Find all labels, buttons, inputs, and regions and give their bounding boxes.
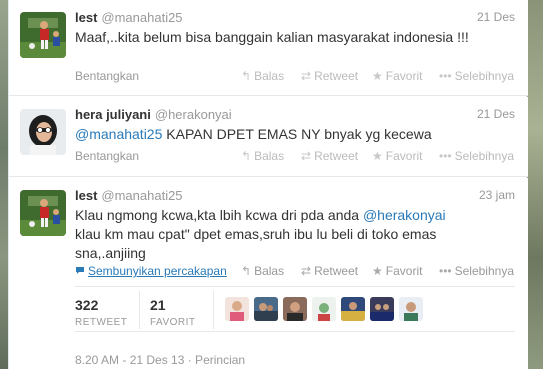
tweet-header: hera juliyani @herakonyai 21 Des [75, 107, 515, 123]
favorite-label: Favorit [385, 264, 423, 278]
author-name[interactable]: lest [75, 188, 97, 203]
reply-button[interactable]: ↰ Balas [241, 69, 284, 83]
author-name[interactable]: lest [75, 10, 97, 25]
tweet-timestamp[interactable]: 21 Des [477, 107, 515, 121]
reply-label: Balas [254, 149, 285, 163]
more-dots-icon: ••• [439, 149, 452, 163]
tweet-actions: Sembunyikan percakapan ↰ Balas ⇄ Retweet ★… [75, 264, 522, 280]
tweet-timestamp[interactable]: 21 Des [477, 10, 515, 24]
expand-link[interactable]: Bentangkan [75, 149, 139, 163]
retweet-button[interactable]: ⇄ Retweet [301, 69, 358, 83]
stats-divider [139, 291, 140, 329]
background-right [527, 0, 543, 369]
reply-label: Balas [254, 69, 285, 83]
tweet-header: lest @manahati25 23 jam [75, 188, 515, 204]
hide-conversation-link[interactable]: Sembunyikan percakapan [75, 264, 227, 278]
more-dots-icon: ••• [439, 264, 452, 278]
tweet-meta[interactable]: 8.20 AM - 21 Des 13 · Perincian [75, 353, 245, 367]
favorite-label: Favorit [385, 69, 423, 83]
favoriter-avatar[interactable] [254, 297, 278, 321]
retweet-stat-label: RETWEET [75, 317, 128, 328]
reply-label: Balas [254, 264, 285, 278]
tweet-actions: Bentangkan ↰ Balas ⇄ Retweet ★ Favorit ••• S… [75, 149, 522, 165]
reply-icon: ↰ [241, 149, 252, 163]
more-button[interactable]: ••• Selebihnya [439, 149, 514, 163]
hide-conversation-label: Sembunyikan percakapan [88, 264, 227, 278]
retweet-count: 322 [75, 297, 99, 313]
tweet-text-body: Klau ngmong kcwa,kta lbih kcwa dri pda a… [75, 207, 363, 223]
author-name[interactable]: hera juliyani [75, 107, 151, 122]
author-username[interactable]: @manahati25 [101, 188, 182, 203]
favorite-count: 21 [150, 297, 166, 313]
retweet-label: Retweet [314, 149, 359, 163]
more-dots-icon: ••• [439, 69, 452, 83]
reply-button[interactable]: ↰ Balas [241, 264, 284, 278]
expand-link[interactable]: Bentangkan [75, 69, 139, 83]
tweet-text-body: KAPAN DPET EMAS NY bnyak yg kecewa [162, 126, 432, 142]
more-button[interactable]: ••• Selebihnya [439, 69, 514, 83]
tweet[interactable]: hera juliyani @herakonyai 21 Des @manahat… [9, 97, 528, 177]
avatar[interactable] [20, 190, 66, 236]
retweet-stat[interactable]: 322 RETWEET [75, 297, 137, 328]
mention-link[interactable]: @manahati25 [75, 126, 162, 142]
retweet-button[interactable]: ⇄ Retweet [301, 149, 358, 163]
more-label: Selebihnya [454, 149, 514, 163]
retweet-icon: ⇄ [301, 264, 312, 278]
tweet-actions: Bentangkan ↰ Balas ⇄ Retweet ★ Favorit ••• S… [75, 69, 522, 85]
tweet-text: Klau ngmong kcwa,kta lbih kcwa dri pda a… [75, 206, 460, 263]
tweet-timestamp[interactable]: 23 jam [479, 188, 515, 202]
background-left [0, 0, 8, 369]
reply-icon: ↰ [241, 264, 252, 278]
favoriter-avatar[interactable] [341, 297, 365, 321]
tweet-header: lest @manahati25 21 Des [75, 10, 515, 26]
favoriter-avatar[interactable] [283, 297, 307, 321]
retweet-label: Retweet [314, 69, 359, 83]
stats-divider [213, 291, 214, 329]
favorite-stat[interactable]: 21 FAVORIT [150, 297, 208, 328]
star-icon: ★ [372, 264, 383, 278]
tweet[interactable]: lest @manahati25 21 Des Maaf,..kita belum… [9, 0, 528, 96]
favorite-stat-label: FAVORIT [150, 317, 196, 328]
retweet-button[interactable]: ⇄ Retweet [301, 264, 358, 278]
tweet-stats: 322 RETWEET 21 FAVORIT [75, 286, 515, 332]
tweet-expanded[interactable]: lest @manahati25 23 jam Klau ngmong kcwa,… [9, 178, 528, 369]
tweet-text: Maaf,..kita belum bisa banggain kalian m… [75, 29, 469, 45]
favorite-button[interactable]: ★ Favorit [372, 149, 422, 163]
tweet-stream: lest @manahati25 21 Des Maaf,..kita belum… [8, 0, 528, 369]
favorite-button[interactable]: ★ Favorit [372, 264, 422, 278]
favorite-button[interactable]: ★ Favorit [372, 69, 422, 83]
favoriter-avatar[interactable] [312, 297, 336, 321]
retweet-icon: ⇄ [301, 149, 312, 163]
star-icon: ★ [372, 69, 383, 83]
conversation-icon [76, 267, 84, 274]
more-button[interactable]: ••• Selebihnya [439, 264, 514, 278]
favoriter-avatar[interactable] [370, 297, 394, 321]
reply-button[interactable]: ↰ Balas [241, 149, 284, 163]
more-label: Selebihnya [454, 69, 514, 83]
reply-icon: ↰ [241, 69, 252, 83]
retweet-icon: ⇄ [301, 69, 312, 83]
author-username[interactable]: @herakonyai [155, 107, 232, 122]
favoriter-avatar[interactable] [399, 297, 423, 321]
tweet-text: @manahati25 KAPAN DPET EMAS NY bnyak yg … [75, 125, 475, 144]
star-icon: ★ [372, 149, 383, 163]
avatar[interactable] [20, 12, 66, 58]
retweet-label: Retweet [314, 264, 359, 278]
author-username[interactable]: @manahati25 [101, 10, 182, 25]
favoriter-avatar[interactable] [225, 297, 249, 321]
mention-link[interactable]: @herakonyai [363, 207, 446, 223]
avatar[interactable] [20, 109, 66, 155]
favorite-label: Favorit [385, 149, 423, 163]
tweet-text-body: klau km mau cpat" dpet emas,sruh ibu lu … [75, 226, 437, 261]
more-label: Selebihnya [454, 264, 514, 278]
